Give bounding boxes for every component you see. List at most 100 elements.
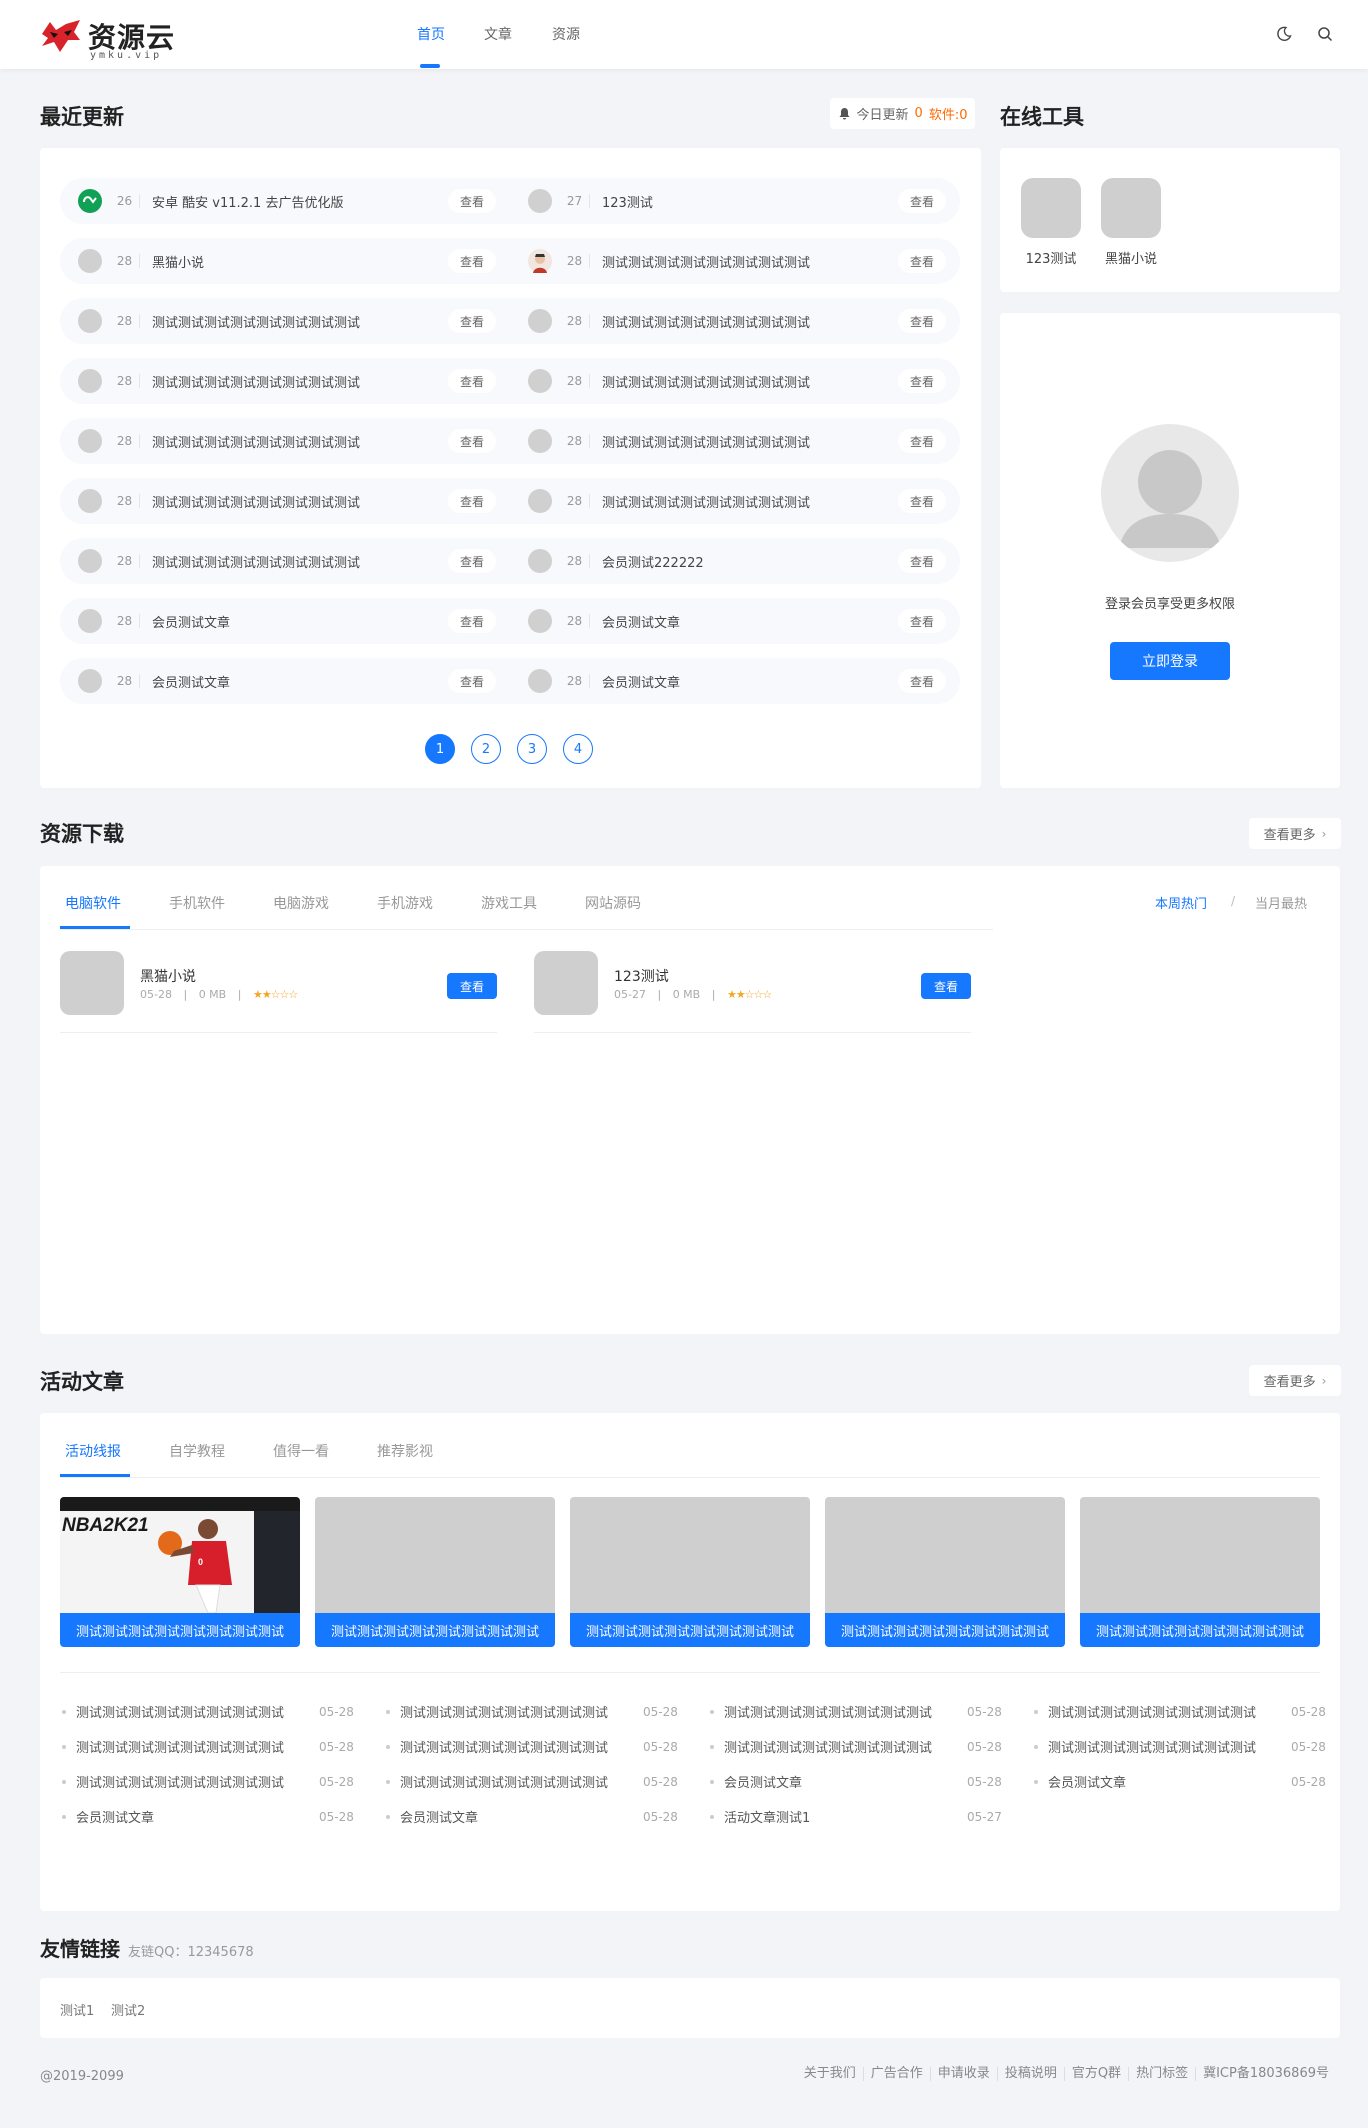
article-list-item[interactable]: 测试测试测试测试测试测试测试测试 05-28 [1034, 1702, 1344, 1721]
tab-movies[interactable]: 推荐影视 [377, 1441, 433, 1461]
tab-weekly-hot[interactable]: 本周热门 [1155, 893, 1207, 912]
article-list-item[interactable]: 测试测试测试测试测试测试测试测试 05-28 [62, 1737, 372, 1756]
article-list-item[interactable]: 活动文章测试1 05-27 [710, 1807, 1020, 1826]
recent-item[interactable]: 28 会员测试文章 [528, 666, 892, 696]
item-view-button[interactable]: 查看 [448, 309, 496, 333]
footer-link[interactable]: 申请收录 [929, 2067, 997, 2081]
item-view-button[interactable]: 查看 [898, 429, 946, 453]
friend-link[interactable]: 测试1 [60, 2000, 94, 2019]
item-view-button[interactable]: 查看 [898, 309, 946, 333]
recent-item[interactable]: 28 会员测试222222 [528, 546, 892, 576]
article-list-item[interactable]: 测试测试测试测试测试测试测试测试 05-28 [62, 1702, 372, 1721]
tab-pc-software[interactable]: 电脑软件 [65, 893, 121, 913]
item-view-button[interactable]: 查看 [898, 669, 946, 693]
dark-mode-toggle[interactable] [1272, 22, 1296, 46]
article-thumb[interactable]: 测试测试测试测试测试测试测试测试 [315, 1497, 555, 1647]
recent-item[interactable]: 28 测试测试测试测试测试测试测试测试 [528, 306, 892, 336]
item-view-button[interactable]: 查看 [898, 609, 946, 633]
page-1[interactable]: 1 [425, 734, 455, 764]
nav-articles[interactable]: 文章 [484, 24, 512, 44]
nav-home[interactable]: 首页 [417, 24, 445, 44]
recent-item[interactable]: 28 测试测试测试测试测试测试测试测试 [78, 486, 442, 516]
article-thumb[interactable]: NBA2K21 0 测试测试测试测试测试测试测试测试 [60, 1497, 300, 1647]
tab-pc-games[interactable]: 电脑游戏 [273, 893, 329, 913]
recent-item[interactable]: 28 会员测试文章 [78, 606, 442, 636]
resource-item[interactable]: 123测试 05-27 | 0 MB | ★★☆☆☆ 查看 [534, 951, 971, 1033]
item-view-button[interactable]: 查看 [898, 369, 946, 393]
tab-activity[interactable]: 活动线报 [65, 1441, 121, 1461]
footer-link[interactable]: 官方Q群 [1063, 2067, 1128, 2081]
site-logo[interactable]: 资源云 ymku.vip [40, 14, 180, 61]
item-view-button[interactable]: 查看 [898, 549, 946, 573]
tool-item[interactable]: 黑猫小说 [1101, 178, 1161, 267]
recent-item[interactable]: 28 测试测试测试测试测试测试测试测试 [78, 426, 442, 456]
article-list-item[interactable]: 会员测试文章 05-28 [710, 1772, 1020, 1791]
recent-item[interactable]: 28 测试测试测试测试测试测试测试测试 [78, 366, 442, 396]
item-view-button[interactable]: 查看 [448, 429, 496, 453]
article-list-item[interactable]: 会员测试文章 05-28 [62, 1807, 372, 1826]
nav-resources[interactable]: 资源 [552, 24, 580, 44]
recent-item[interactable]: 28 测试测试测试测试测试测试测试测试 [528, 246, 892, 276]
article-thumb[interactable]: 测试测试测试测试测试测试测试测试 [825, 1497, 1065, 1647]
item-view-button[interactable]: 查看 [448, 669, 496, 693]
item-view-button[interactable]: 查看 [448, 369, 496, 393]
resources-more-button[interactable]: 查看更多 › [1249, 818, 1341, 849]
article-title: 测试测试测试测试测试测试测试测试 [724, 1741, 933, 1756]
footer-link[interactable]: 投稿说明 [996, 2067, 1064, 2081]
article-list-item[interactable]: 测试测试测试测试测试测试测试测试 05-28 [710, 1702, 1020, 1721]
page-3[interactable]: 3 [517, 734, 547, 764]
article-list-item[interactable]: 测试测试测试测试测试测试测试测试 05-28 [62, 1772, 372, 1791]
resource-view-button[interactable]: 查看 [921, 973, 971, 999]
resource-icon [534, 951, 598, 1015]
article-date: 05-28 [319, 1704, 354, 1719]
page-2[interactable]: 2 [471, 734, 501, 764]
article-list-item[interactable]: 测试测试测试测试测试测试测试测试 05-28 [386, 1737, 696, 1756]
resource-view-button[interactable]: 查看 [447, 973, 497, 999]
item-view-button[interactable]: 查看 [448, 549, 496, 573]
article-thumb[interactable]: 测试测试测试测试测试测试测试测试 [570, 1497, 810, 1647]
recent-item[interactable]: 26 安卓 酷安 v11.2.1 去广告优化版 [78, 186, 442, 216]
article-list-item[interactable]: 会员测试文章 05-28 [386, 1807, 696, 1826]
item-view-button[interactable]: 查看 [898, 189, 946, 213]
search-button[interactable] [1313, 22, 1337, 46]
footer-link[interactable]: 冀ICP备18036869号 [1195, 2067, 1336, 2081]
item-view-button[interactable]: 查看 [448, 189, 496, 213]
recent-item[interactable]: 28 测试测试测试测试测试测试测试测试 [528, 486, 892, 516]
footer-link[interactable]: 热门标签 [1128, 2067, 1195, 2081]
footer-link[interactable]: 关于我们 [797, 2067, 863, 2081]
item-view-button[interactable]: 查看 [898, 489, 946, 513]
recent-item[interactable]: 28 黑猫小说 [78, 246, 442, 276]
article-list-item[interactable]: 测试测试测试测试测试测试测试测试 05-28 [386, 1772, 696, 1791]
tab-tutorials[interactable]: 自学教程 [169, 1441, 225, 1461]
login-button[interactable]: 立即登录 [1110, 642, 1230, 680]
recent-item[interactable]: 28 测试测试测试测试测试测试测试测试 [78, 546, 442, 576]
tab-site-source[interactable]: 网站源码 [585, 893, 641, 913]
tab-mobile-software[interactable]: 手机软件 [169, 893, 225, 913]
tool-item[interactable]: 123测试 [1021, 178, 1081, 267]
bullet [386, 1709, 390, 1714]
recent-item[interactable]: 28 测试测试测试测试测试测试测试测试 [78, 306, 442, 336]
tab-monthly-hot[interactable]: 当月最热 [1255, 893, 1307, 912]
resource-item[interactable]: 黑猫小说 05-28 | 0 MB | ★★☆☆☆ 查看 [60, 951, 497, 1033]
item-view-button[interactable]: 查看 [448, 609, 496, 633]
article-thumb[interactable]: 测试测试测试测试测试测试测试测试 [1080, 1497, 1320, 1647]
item-view-button[interactable]: 查看 [448, 249, 496, 273]
article-list-item[interactable]: 测试测试测试测试测试测试测试测试 05-28 [1034, 1737, 1344, 1756]
recent-item[interactable]: 28 测试测试测试测试测试测试测试测试 [528, 426, 892, 456]
article-list-item[interactable]: 测试测试测试测试测试测试测试测试 05-28 [386, 1702, 696, 1721]
recent-item[interactable]: 28 会员测试文章 [78, 666, 442, 696]
page-4[interactable]: 4 [563, 734, 593, 764]
footer-link[interactable]: 广告合作 [862, 2067, 930, 2081]
item-view-button[interactable]: 查看 [448, 489, 496, 513]
article-list-item[interactable]: 会员测试文章 05-28 [1034, 1772, 1344, 1791]
recent-item[interactable]: 27 123测试 [528, 186, 892, 216]
tab-game-tools[interactable]: 游戏工具 [481, 893, 537, 913]
item-view-button[interactable]: 查看 [898, 249, 946, 273]
recent-item[interactable]: 28 会员测试文章 [528, 606, 892, 636]
articles-more-button[interactable]: 查看更多 › [1249, 1365, 1341, 1396]
tab-worth-seeing[interactable]: 值得一看 [273, 1441, 329, 1461]
tab-mobile-games[interactable]: 手机游戏 [377, 893, 433, 913]
article-list-item[interactable]: 测试测试测试测试测试测试测试测试 05-28 [710, 1737, 1020, 1756]
recent-item[interactable]: 28 测试测试测试测试测试测试测试测试 [528, 366, 892, 396]
friend-link[interactable]: 测试2 [111, 2000, 145, 2019]
